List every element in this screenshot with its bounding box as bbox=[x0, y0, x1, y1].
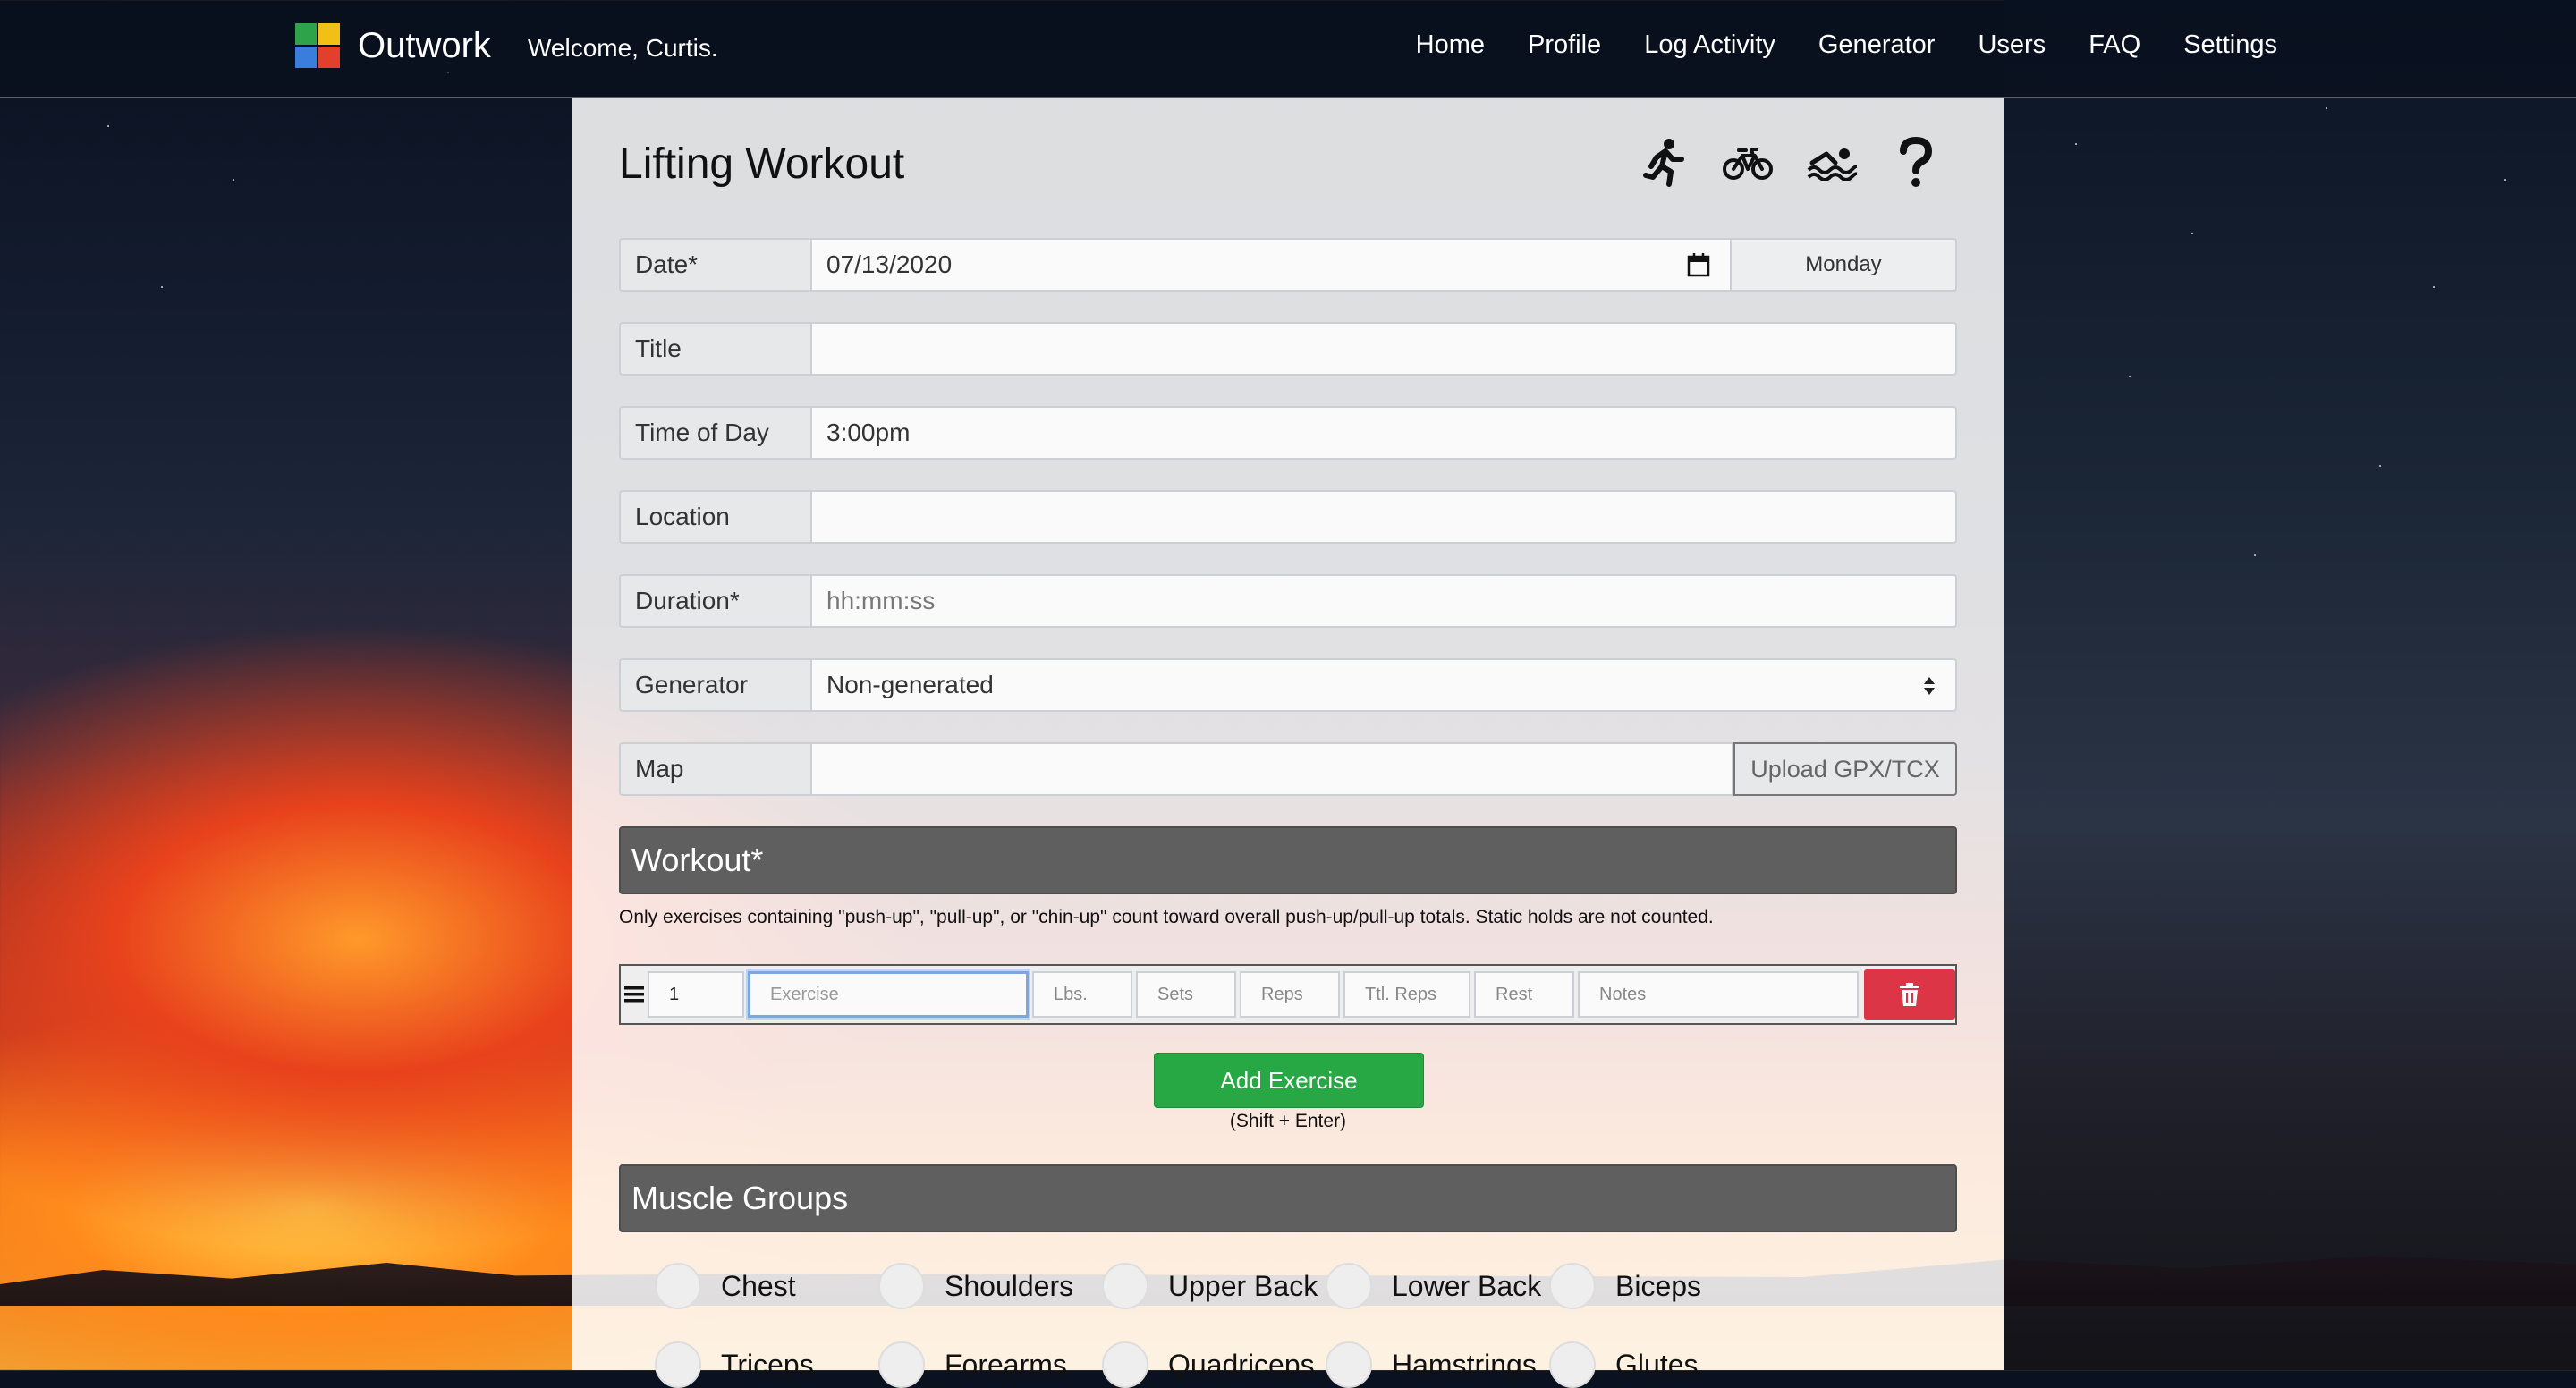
muscle-group-forearms[interactable]: Forearms bbox=[878, 1341, 1102, 1388]
workout-form-panel: Lifting Workout Date* 07/13/2020 Monday … bbox=[572, 98, 2004, 1388]
exercise-row: 1 Exercise Lbs. Sets Reps Ttl. Reps Rest… bbox=[619, 964, 1957, 1025]
delete-exercise-button[interactable] bbox=[1864, 969, 1955, 1020]
welcome-text: Welcome, Curtis. bbox=[528, 34, 718, 62]
muscle-group-checkbox[interactable] bbox=[1102, 1341, 1148, 1388]
add-exercise-shortcut-hint: (Shift + Enter) bbox=[1229, 1111, 1347, 1131]
muscle-group-checkbox[interactable] bbox=[1326, 1263, 1372, 1309]
nav-link-home[interactable]: Home bbox=[1416, 30, 1485, 60]
nav-link-faq[interactable]: FAQ bbox=[2089, 30, 2140, 60]
muscle-group-label: Quadriceps bbox=[1168, 1348, 1315, 1381]
date-value: 07/13/2020 bbox=[826, 250, 953, 278]
muscle-group-label: Chest bbox=[721, 1269, 796, 1302]
running-icon[interactable] bbox=[1637, 134, 1690, 191]
muscle-group-checkbox[interactable] bbox=[1102, 1263, 1148, 1309]
exercise-rest-input[interactable]: Rest bbox=[1474, 971, 1574, 1018]
time-of-day-label: Time of Day bbox=[619, 406, 810, 460]
select-arrows-icon bbox=[1923, 674, 1936, 703]
trash-icon bbox=[1900, 983, 1919, 1006]
location-row: Location bbox=[619, 490, 1957, 544]
duration-input[interactable]: hh:mm:ss bbox=[810, 574, 1957, 628]
question-icon[interactable] bbox=[1889, 134, 1943, 191]
muscle-group-label: Triceps bbox=[721, 1348, 814, 1381]
weekday-addon: Monday bbox=[1732, 238, 1957, 292]
generator-row: Generator Non-generated bbox=[619, 658, 1957, 712]
muscle-groups-row-2: Triceps Forearms Quadriceps Hamstrings G… bbox=[655, 1341, 1773, 1388]
muscle-groups-row-1: Chest Shoulders Upper Back Lower Back Bi… bbox=[655, 1263, 1773, 1309]
workout-section-header: Workout* bbox=[619, 826, 1957, 894]
add-exercise-button[interactable]: Add Exercise bbox=[1154, 1053, 1424, 1108]
location-label: Location bbox=[619, 490, 810, 544]
nav-link-generator[interactable]: Generator bbox=[1818, 30, 1936, 60]
exercise-name-input[interactable]: Exercise bbox=[748, 971, 1029, 1018]
swimming-icon[interactable] bbox=[1805, 134, 1859, 191]
title-input[interactable] bbox=[810, 322, 1957, 376]
muscle-group-checkbox[interactable] bbox=[655, 1263, 701, 1309]
exercise-total-reps-input[interactable]: Ttl. Reps bbox=[1343, 971, 1470, 1018]
muscle-group-label: Shoulders bbox=[945, 1269, 1074, 1302]
location-input[interactable] bbox=[810, 490, 1957, 544]
exercise-sets-input[interactable]: Sets bbox=[1136, 971, 1236, 1018]
muscle-group-lower-back[interactable]: Lower Back bbox=[1326, 1263, 1549, 1309]
background-sky bbox=[2004, 0, 2576, 1370]
exercise-number-input[interactable]: 1 bbox=[648, 971, 744, 1018]
muscle-group-label: Lower Back bbox=[1392, 1269, 1542, 1302]
page-title: Lifting Workout bbox=[619, 140, 905, 188]
muscle-group-hamstrings[interactable]: Hamstrings bbox=[1326, 1341, 1549, 1388]
map-row: Map Upload GPX/TCX bbox=[619, 742, 1957, 796]
muscle-group-checkbox[interactable] bbox=[1326, 1341, 1372, 1388]
title-row: Title bbox=[619, 322, 1957, 376]
nav-link-settings[interactable]: Settings bbox=[2183, 30, 2277, 60]
muscle-group-label: Hamstrings bbox=[1392, 1348, 1537, 1381]
map-input[interactable] bbox=[810, 742, 1733, 796]
duration-label: Duration* bbox=[619, 574, 810, 628]
muscle-group-chest[interactable]: Chest bbox=[655, 1263, 878, 1309]
brand[interactable]: Outwork bbox=[295, 23, 491, 68]
generator-select[interactable]: Non-generated bbox=[810, 658, 1957, 712]
time-of-day-row: Time of Day 3:00pm bbox=[619, 406, 1957, 460]
generator-label: Generator bbox=[619, 658, 810, 712]
nav-link-log-activity[interactable]: Log Activity bbox=[1644, 30, 1775, 60]
time-of-day-input[interactable]: 3:00pm bbox=[810, 406, 1957, 460]
upload-gpx-tcx-button[interactable]: Upload GPX/TCX bbox=[1733, 742, 1957, 796]
muscle-group-checkbox[interactable] bbox=[655, 1341, 701, 1388]
drag-handle-icon[interactable] bbox=[621, 986, 648, 1003]
muscle-group-label: Upper Back bbox=[1168, 1269, 1318, 1302]
calendar-icon[interactable] bbox=[1687, 252, 1710, 284]
navbar: Outwork Welcome, Curtis. Home Profile Lo… bbox=[0, 0, 2576, 98]
title-label: Title bbox=[619, 322, 810, 376]
muscle-group-quadriceps[interactable]: Quadriceps bbox=[1102, 1341, 1326, 1388]
muscle-group-glutes[interactable]: Glutes bbox=[1549, 1341, 1773, 1388]
muscle-group-checkbox[interactable] bbox=[1549, 1263, 1596, 1309]
muscle-group-checkbox[interactable] bbox=[878, 1341, 925, 1388]
exercise-lbs-input[interactable]: Lbs. bbox=[1032, 971, 1132, 1018]
muscle-group-shoulders[interactable]: Shoulders bbox=[878, 1263, 1102, 1309]
outwork-logo-icon bbox=[295, 23, 340, 68]
nav-link-profile[interactable]: Profile bbox=[1528, 30, 1601, 60]
nav-link-users[interactable]: Users bbox=[1978, 30, 2046, 60]
muscle-group-label: Forearms bbox=[945, 1348, 1067, 1381]
generator-selected-value: Non-generated bbox=[826, 671, 994, 698]
muscle-group-upper-back[interactable]: Upper Back bbox=[1102, 1263, 1326, 1309]
map-label: Map bbox=[619, 742, 810, 796]
cycling-icon[interactable] bbox=[1721, 134, 1775, 191]
pushup-pullup-note: Only exercises containing "push-up", "pu… bbox=[619, 907, 1714, 927]
muscle-group-checkbox[interactable] bbox=[1549, 1341, 1596, 1388]
date-row: Date* 07/13/2020 Monday bbox=[619, 238, 1957, 292]
muscle-group-biceps[interactable]: Biceps bbox=[1549, 1263, 1773, 1309]
duration-row: Duration* hh:mm:ss bbox=[619, 574, 1957, 628]
date-field[interactable]: 07/13/2020 bbox=[810, 238, 1732, 292]
muscle-group-triceps[interactable]: Triceps bbox=[655, 1341, 878, 1388]
exercise-notes-input[interactable]: Notes bbox=[1578, 971, 1859, 1018]
activity-type-icons bbox=[1637, 134, 1943, 191]
muscle-groups-section-header: Muscle Groups bbox=[619, 1164, 1957, 1232]
nav-links: Home Profile Log Activity Generator User… bbox=[1416, 30, 2277, 60]
muscle-group-label: Glutes bbox=[1615, 1348, 1699, 1381]
muscle-group-checkbox[interactable] bbox=[878, 1263, 925, 1309]
date-label: Date* bbox=[619, 238, 810, 292]
muscle-group-label: Biceps bbox=[1615, 1269, 1702, 1302]
brand-name: Outwork bbox=[358, 25, 491, 65]
exercise-reps-input[interactable]: Reps bbox=[1240, 971, 1340, 1018]
